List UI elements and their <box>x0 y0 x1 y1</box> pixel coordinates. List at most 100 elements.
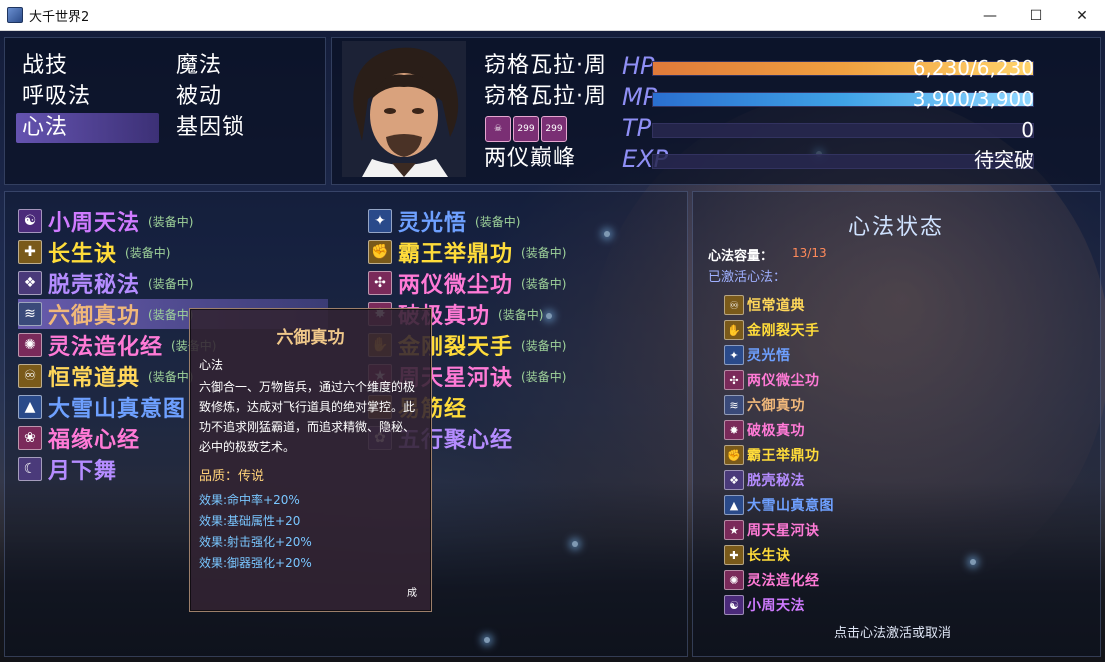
active-mind-method-name: 大雪山真意图 <box>747 498 834 514</box>
character-name: 窃格瓦拉·周 <box>484 53 607 78</box>
equipped-tag: (装备中) <box>148 369 194 384</box>
active-mind-method[interactable]: ❖ 脱壳秘法 <box>724 469 805 491</box>
game-scene: 战技 魔法 呼吸法 被动 心法 基因锁 窃格瓦拉·周 HP 6,230/6,23… <box>0 31 1105 662</box>
character-title: 窃格瓦拉·周 <box>484 84 607 109</box>
skill-item[interactable]: ✦ 灵光悟 (装备中) <box>368 206 520 236</box>
skill-item[interactable]: ❖ 脱壳秘法 (装备中) <box>18 268 193 298</box>
close-button[interactable]: ✕ <box>1059 0 1105 31</box>
maximize-button[interactable]: ☐ <box>1013 0 1059 31</box>
dao-icon: ♾ <box>18 364 42 388</box>
equipped-tag: (装备中) <box>521 276 567 291</box>
skill-item[interactable]: ▲ 大雪山真意图 <box>18 392 186 422</box>
active-mind-method[interactable]: ✦ 灵光悟 <box>724 344 791 366</box>
mountain-icon: ▲ <box>724 495 744 515</box>
active-mind-method[interactable]: ≋ 六御真功 <box>724 394 805 416</box>
skill-item[interactable]: ✚ 长生诀 (装备中) <box>18 237 170 267</box>
active-mind-method-name: 恒常道典 <box>747 298 805 314</box>
equipped-tag: (装备中) <box>148 214 194 229</box>
tooltip-effect: 效果:射击强化+20% <box>199 535 312 549</box>
active-mind-method[interactable]: ✺ 灵法造化经 <box>724 569 820 591</box>
skill-item[interactable]: ♾ 恒常道典 (装备中) <box>18 361 193 391</box>
strength-icon: ✊ <box>724 445 744 465</box>
mp-value: 3,900/3,900 <box>912 87 1034 111</box>
spiral-icon: ✺ <box>724 570 744 590</box>
star-icon: ★ <box>724 520 744 540</box>
tooltip-description: 六御合一、万物皆兵，通过六个维度的极致修炼，达成对飞行道具的绝对掌控。此功不追求… <box>199 380 416 454</box>
shell-icon: ❖ <box>724 470 744 490</box>
menu-item-gene-lock[interactable]: 基因锁 <box>170 113 245 143</box>
tooltip-effect: 效果:命中率+20% <box>199 493 300 507</box>
active-mind-method[interactable]: ✚ 长生诀 <box>724 544 791 566</box>
skill-item[interactable]: ✣ 两仪微尘功 (装备中) <box>368 268 566 298</box>
menu-item-mind-method[interactable]: 心法 <box>16 113 159 143</box>
fortune-icon: ❀ <box>18 426 42 450</box>
active-mind-method-name: 六御真功 <box>747 398 805 414</box>
capacity-value: 13/13 <box>792 246 827 260</box>
active-mind-method[interactable]: ✸ 破极真功 <box>724 419 805 441</box>
tooltip-effect: 效果:基础属性+20 <box>199 514 301 528</box>
active-mind-method[interactable]: ☯ 小周天法 <box>724 594 805 616</box>
skill-name: 月下舞 <box>48 459 118 484</box>
skill-tooltip: 六御真功 心法 六御合一、万物皆兵，通过六个维度的极致修炼，达成对飞行道具的绝对… <box>189 308 432 612</box>
equipped-tag: (装备中) <box>148 307 194 322</box>
tooltip-corner-mark: 成 <box>407 588 417 599</box>
skill-name: 小周天法 <box>48 211 141 236</box>
character-portrait <box>342 41 466 177</box>
window-titlebar: 大千世界2 — ☐ ✕ <box>0 0 1105 31</box>
buff-icon: 299 <box>541 116 567 142</box>
tooltip-type: 心法 <box>199 358 224 372</box>
equipped-tag: (装备中) <box>521 338 567 353</box>
active-list-label: 已激活心法： <box>708 270 787 285</box>
equipped-tag: (装备中) <box>125 245 171 260</box>
active-mind-method[interactable]: ★ 周天星河诀 <box>724 519 820 541</box>
strength-icon: ✊ <box>368 240 392 264</box>
active-mind-method-name: 长生诀 <box>747 548 791 564</box>
shell-icon: ❖ <box>18 271 42 295</box>
active-mind-method-name: 破极真功 <box>747 423 805 439</box>
active-mind-method-name: 霸王举鼎功 <box>747 448 820 464</box>
menu-item-breathing[interactable]: 呼吸法 <box>16 82 91 112</box>
minimize-button[interactable]: — <box>967 0 1013 31</box>
skill-item[interactable]: ☯ 小周天法 (装备中) <box>18 206 193 236</box>
cultivation-realm: 两仪巅峰 <box>484 146 577 171</box>
window-title: 大千世界2 <box>29 9 90 25</box>
active-mind-method[interactable]: ✋ 金刚裂天手 <box>724 319 820 341</box>
light-icon: ✦ <box>368 209 392 233</box>
skill-name: 两仪微尘功 <box>398 273 514 298</box>
active-mind-method[interactable]: ✊ 霸王举鼎功 <box>724 444 820 466</box>
status-panel-title: 心法状态 <box>848 215 945 240</box>
active-mind-method[interactable]: ▲ 大雪山真意图 <box>724 494 834 516</box>
meditation-icon: ☯ <box>18 209 42 233</box>
break-icon: ✸ <box>724 420 744 440</box>
tooltip-quality: 品质：传说 <box>199 469 265 484</box>
equipped-tag: (装备中) <box>521 369 567 384</box>
equipped-tag: (装备中) <box>521 245 567 260</box>
hp-label: HP <box>622 52 655 80</box>
menu-item-passive[interactable]: 被动 <box>170 82 222 112</box>
active-mind-method-name: 灵法造化经 <box>747 573 820 589</box>
skill-item[interactable]: ✺灵法造化经(装备中) <box>18 330 216 360</box>
active-mind-method-name: 小周天法 <box>747 598 805 614</box>
active-mind-method-name: 两仪微尘功 <box>747 373 820 389</box>
dao-icon: ♾ <box>724 295 744 315</box>
active-mind-method[interactable]: ✣ 两仪微尘功 <box>724 369 820 391</box>
skill-name: 长生诀 <box>48 242 118 267</box>
capacity-label: 心法容量： <box>708 249 774 264</box>
skill-item[interactable]: ❀ 福缘心经 <box>18 423 140 453</box>
hint-text: 点击心法激活或取消 <box>834 626 952 641</box>
tp-label: TP <box>622 114 652 142</box>
exp-value: 待突破 <box>974 148 1034 172</box>
equipped-tag: (装备中) <box>148 276 194 291</box>
longevity-icon: ✚ <box>18 240 42 264</box>
skill-name: 霸王举鼎功 <box>398 242 514 267</box>
menu-item-magic[interactable]: 魔法 <box>170 51 222 81</box>
window-controls: — ☐ ✕ <box>967 0 1105 31</box>
equipped-tag: (装备中) <box>475 214 521 229</box>
skill-name: 灵法造化经 <box>48 335 164 360</box>
active-mind-method[interactable]: ♾ 恒常道典 <box>724 294 805 316</box>
skill-name: 福缘心经 <box>48 428 141 453</box>
menu-item-combat-skills[interactable]: 战技 <box>16 51 68 81</box>
skill-item[interactable]: ✊ 霸王举鼎功 (装备中) <box>368 237 566 267</box>
palm-icon: ✋ <box>724 320 744 340</box>
skill-item[interactable]: ☾ 月下舞 <box>18 454 117 484</box>
